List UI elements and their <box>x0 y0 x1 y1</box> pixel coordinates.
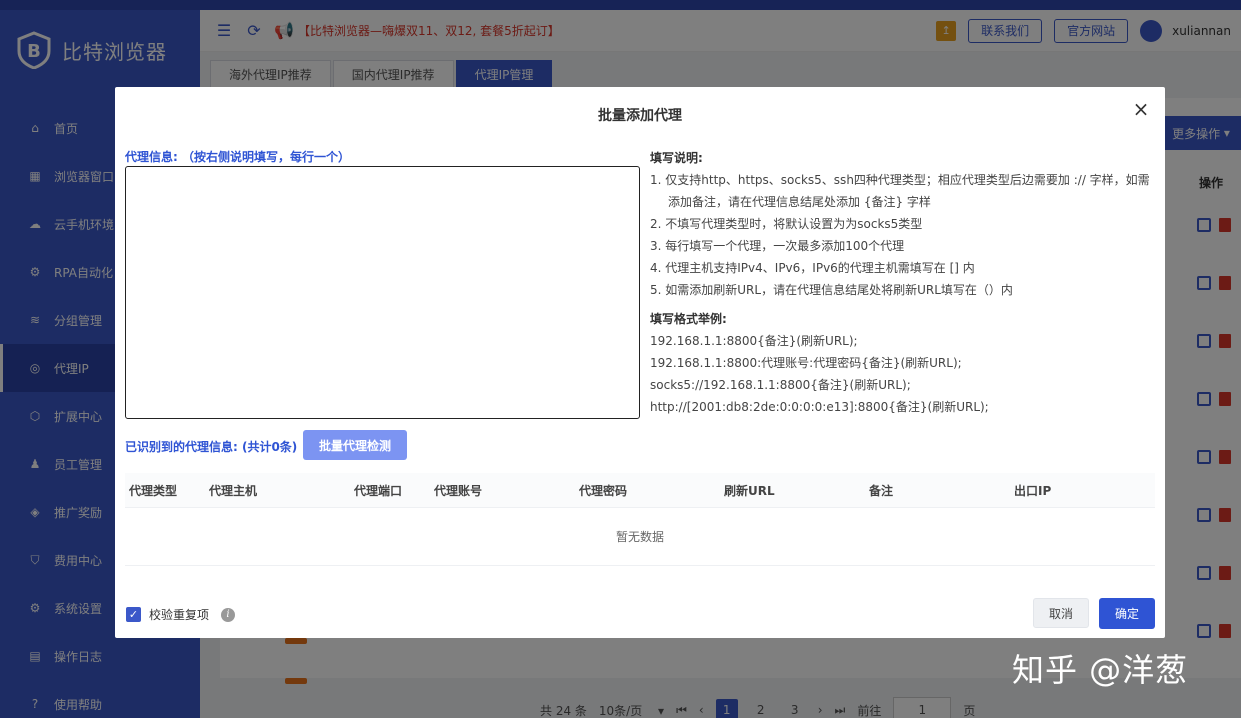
proxy-info-label: 代理信息: （按右侧说明填写，每行一个） <box>125 150 350 164</box>
dedupe-checkbox-row[interactable]: ✓ 校验重复项 i <box>126 606 236 623</box>
example-line: 192.168.1.1:8800:代理账号:代理密码{备注}(刷新URL); <box>650 356 962 370</box>
col-exit-ip: 出口IP <box>1014 483 1052 498</box>
help-item: 2. 不填写代理类型时，将默认设置为为socks5类型 <box>650 217 923 231</box>
batch-add-proxy-dialog: 批量添加代理 × 代理信息: （按右侧说明填写，每行一个） 填写说明: 1. 仅… <box>115 87 1165 638</box>
col-refresh-url: 刷新URL <box>724 483 775 498</box>
example-title: 填写格式举例: <box>650 312 727 326</box>
help-item: 3. 每行填写一个代理，一次最多添加100个代理 <box>650 239 905 253</box>
col-remark: 备注 <box>869 483 894 498</box>
col-proxy-host: 代理主机 <box>209 483 258 498</box>
col-proxy-port: 代理端口 <box>354 483 403 498</box>
help-item: 4. 代理主机支持IPv4、IPv6，IPv6的代理主机需填写在 [] 内 <box>650 261 975 275</box>
proxy-info-textarea[interactable] <box>125 166 640 419</box>
dedupe-label: 校验重复项 <box>149 608 210 622</box>
col-proxy-password: 代理密码 <box>579 483 628 498</box>
recognized-count-label: 已识别到的代理信息: (共计0条) <box>125 440 298 454</box>
table-header: 代理类型 代理主机 代理端口 代理账号 代理密码 刷新URL 备注 出口IP <box>125 473 1155 508</box>
example-line: 192.168.1.1:8800{备注}(刷新URL); <box>650 334 858 348</box>
recognized-proxy-table: 代理类型 代理主机 代理端口 代理账号 代理密码 刷新URL 备注 出口IP 暂… <box>125 473 1155 566</box>
confirm-button[interactable]: 确定 <box>1099 598 1155 629</box>
col-proxy-account: 代理账号 <box>434 483 483 498</box>
col-proxy-type: 代理类型 <box>129 483 178 498</box>
help-panel: 填写说明: 1. 仅支持http、https、socks5、ssh四种代理类型；… <box>650 147 1155 418</box>
cancel-button[interactable]: 取消 <box>1033 598 1089 628</box>
close-icon[interactable]: × <box>1131 97 1151 121</box>
watermark: 知乎 @洋葱 <box>1012 651 1189 689</box>
example-line: socks5://192.168.1.1:8800{备注}(刷新URL); <box>650 378 911 392</box>
help-item: 5. 如需添加刷新URL，请在代理信息结尾处将刷新URL填写在（）内 <box>650 283 1013 297</box>
example-line: http://[2001:db8:2de:0:0:0:0:e13]:8800{备… <box>650 400 989 414</box>
help-title: 填写说明: <box>650 151 703 165</box>
help-item: 1. 仅支持http、https、socks5、ssh四种代理类型；相应代理类型… <box>650 173 1150 209</box>
checkbox-checked-icon[interactable]: ✓ <box>126 607 141 622</box>
batch-check-button[interactable]: 批量代理检测 <box>303 430 407 460</box>
info-icon[interactable]: i <box>221 607 236 622</box>
dialog-title: 批量添加代理 <box>598 108 682 124</box>
empty-state: 暂无数据 <box>125 508 1155 566</box>
